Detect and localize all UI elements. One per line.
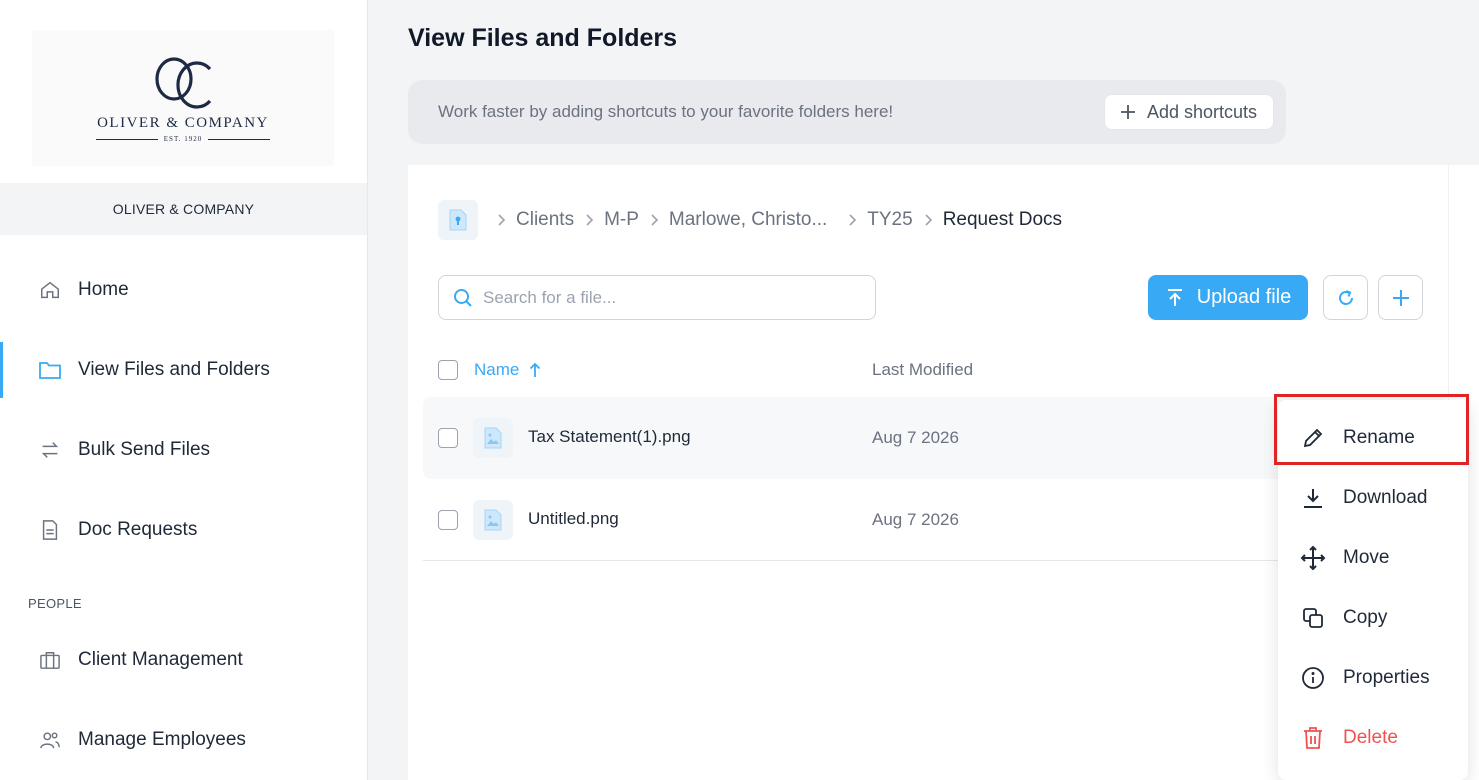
- logo-monogram-icon: [155, 57, 212, 109]
- upload-file-button[interactable]: Upload file: [1148, 275, 1308, 320]
- column-header-last-modified[interactable]: Last Modified: [872, 360, 973, 380]
- menu-item-copy[interactable]: Copy: [1278, 588, 1468, 648]
- download-icon: [1300, 485, 1326, 511]
- chevron-right-icon: [847, 213, 857, 227]
- sidebar-item-client-management[interactable]: Client Management: [0, 632, 367, 688]
- breadcrumb: Clients M-P Marlowe, Christo... TY25 Req…: [438, 200, 1062, 240]
- logo-est: EST. 1920: [95, 135, 271, 143]
- users-icon: [38, 728, 62, 752]
- add-shortcuts-button[interactable]: Add shortcuts: [1103, 94, 1274, 130]
- sort-ascending-icon: [530, 362, 541, 377]
- sidebar-item-manage-employees[interactable]: Manage Employees: [0, 712, 367, 768]
- shortcuts-hint: Work faster by adding shortcuts to your …: [438, 102, 894, 121]
- sidebar-item-home[interactable]: Home: [0, 262, 367, 318]
- row-checkbox[interactable]: [438, 510, 458, 530]
- plus-icon: [1120, 105, 1135, 119]
- sidebar-item-label: Bulk Send Files: [78, 439, 211, 460]
- pencil-icon: [1300, 425, 1326, 451]
- chevron-right-icon: [649, 213, 659, 227]
- refresh-icon: [1338, 289, 1353, 305]
- image-file-icon: [473, 418, 513, 458]
- menu-item-move[interactable]: Move: [1278, 528, 1468, 588]
- file-modified-date: Aug 7 2026: [872, 510, 959, 529]
- section-label-people: PEOPLE: [28, 596, 82, 611]
- table-header: Name Last Modified: [438, 358, 1418, 382]
- shortcuts-bar: Work faster by adding shortcuts to your …: [408, 80, 1286, 144]
- chevron-right-icon: [496, 213, 506, 227]
- upload-icon: [1167, 288, 1182, 306]
- document-icon: [38, 518, 62, 542]
- menu-item-properties[interactable]: Properties: [1278, 648, 1468, 708]
- sidebar-item-bulk-send[interactable]: Bulk Send Files: [0, 422, 367, 478]
- sidebar-item-label: View Files and Folders: [78, 359, 270, 380]
- sidebar-item-label: Manage Employees: [78, 729, 246, 750]
- image-file-icon: [473, 500, 513, 540]
- briefcase-icon: [38, 648, 62, 672]
- breadcrumb-current: Request Docs: [942, 209, 1063, 230]
- breadcrumb-item[interactable]: Marlowe, Christo...: [669, 209, 827, 231]
- sidebar-item-view-files[interactable]: View Files and Folders: [0, 342, 367, 398]
- refresh-button[interactable]: [1323, 275, 1368, 320]
- breadcrumb-item[interactable]: Clients: [516, 209, 574, 231]
- file-modified-date: Aug 7 2026: [872, 428, 959, 447]
- move-icon: [1300, 545, 1326, 571]
- sidebar-item-label: Client Management: [78, 649, 243, 670]
- trash-icon: [1300, 725, 1326, 751]
- info-icon: [1300, 665, 1326, 691]
- file-search[interactable]: [438, 275, 876, 320]
- row-checkbox[interactable]: [438, 428, 458, 448]
- sidebar-item-label: Doc Requests: [78, 519, 198, 540]
- chevron-right-icon: [584, 213, 594, 227]
- arrows-swap-icon: [38, 438, 62, 462]
- search-input[interactable]: [483, 287, 863, 308]
- select-all-checkbox[interactable]: [438, 360, 458, 380]
- column-header-name[interactable]: Name: [474, 360, 541, 380]
- sidebar-item-doc-requests[interactable]: Doc Requests: [0, 502, 367, 558]
- search-icon: [454, 288, 472, 307]
- menu-item-delete[interactable]: Delete: [1278, 708, 1468, 768]
- breadcrumb-item[interactable]: TY25: [867, 209, 912, 231]
- file-context-menu: Rename Download Move Copy Properties Del…: [1278, 400, 1468, 780]
- chevron-right-icon: [923, 213, 933, 227]
- breadcrumb-root[interactable]: [438, 200, 478, 240]
- home-icon: [38, 278, 62, 302]
- copy-icon: [1300, 605, 1326, 631]
- organization-name: OLIVER & COMPANY: [0, 183, 367, 235]
- breadcrumb-item[interactable]: M-P: [604, 209, 639, 231]
- menu-item-download[interactable]: Download: [1278, 468, 1468, 528]
- new-item-button[interactable]: [1378, 275, 1423, 320]
- logo-name: OLIVER & COMPANY: [97, 115, 269, 131]
- page-title: View Files and Folders: [408, 24, 678, 52]
- company-logo[interactable]: OLIVER & COMPANY EST. 1920: [32, 30, 334, 166]
- folder-icon: [38, 358, 62, 382]
- plus-icon: [1392, 289, 1409, 306]
- sidebar-item-label: Home: [78, 279, 129, 300]
- sidebar: OLIVER & COMPANY EST. 1920 OLIVER & COMP…: [0, 0, 368, 780]
- menu-item-rename[interactable]: Rename: [1278, 408, 1468, 468]
- locked-file-icon: [449, 209, 467, 231]
- file-name[interactable]: Tax Statement(1).png: [528, 427, 691, 447]
- file-name[interactable]: Untitled.png: [528, 509, 619, 529]
